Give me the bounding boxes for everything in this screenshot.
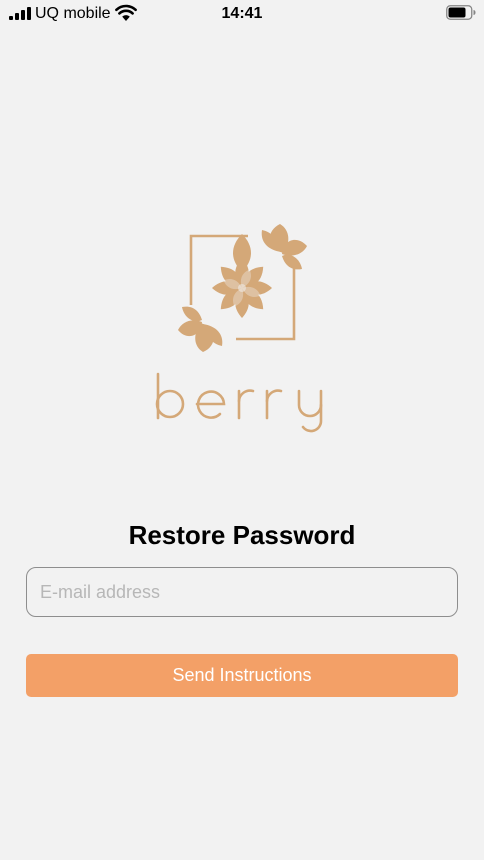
lotus-flower-icon (178, 224, 307, 352)
page-title: Restore Password (128, 520, 356, 550)
status-bar: UQ mobile 14:41 (0, 0, 484, 28)
berry-wordmark (155, 372, 323, 433)
email-field[interactable] (26, 567, 458, 617)
status-time: 14:41 (221, 5, 263, 22)
berry-logo (155, 224, 323, 433)
battery-icon (446, 5, 476, 20)
send-instructions-button[interactable]: Send Instructions (26, 654, 458, 697)
